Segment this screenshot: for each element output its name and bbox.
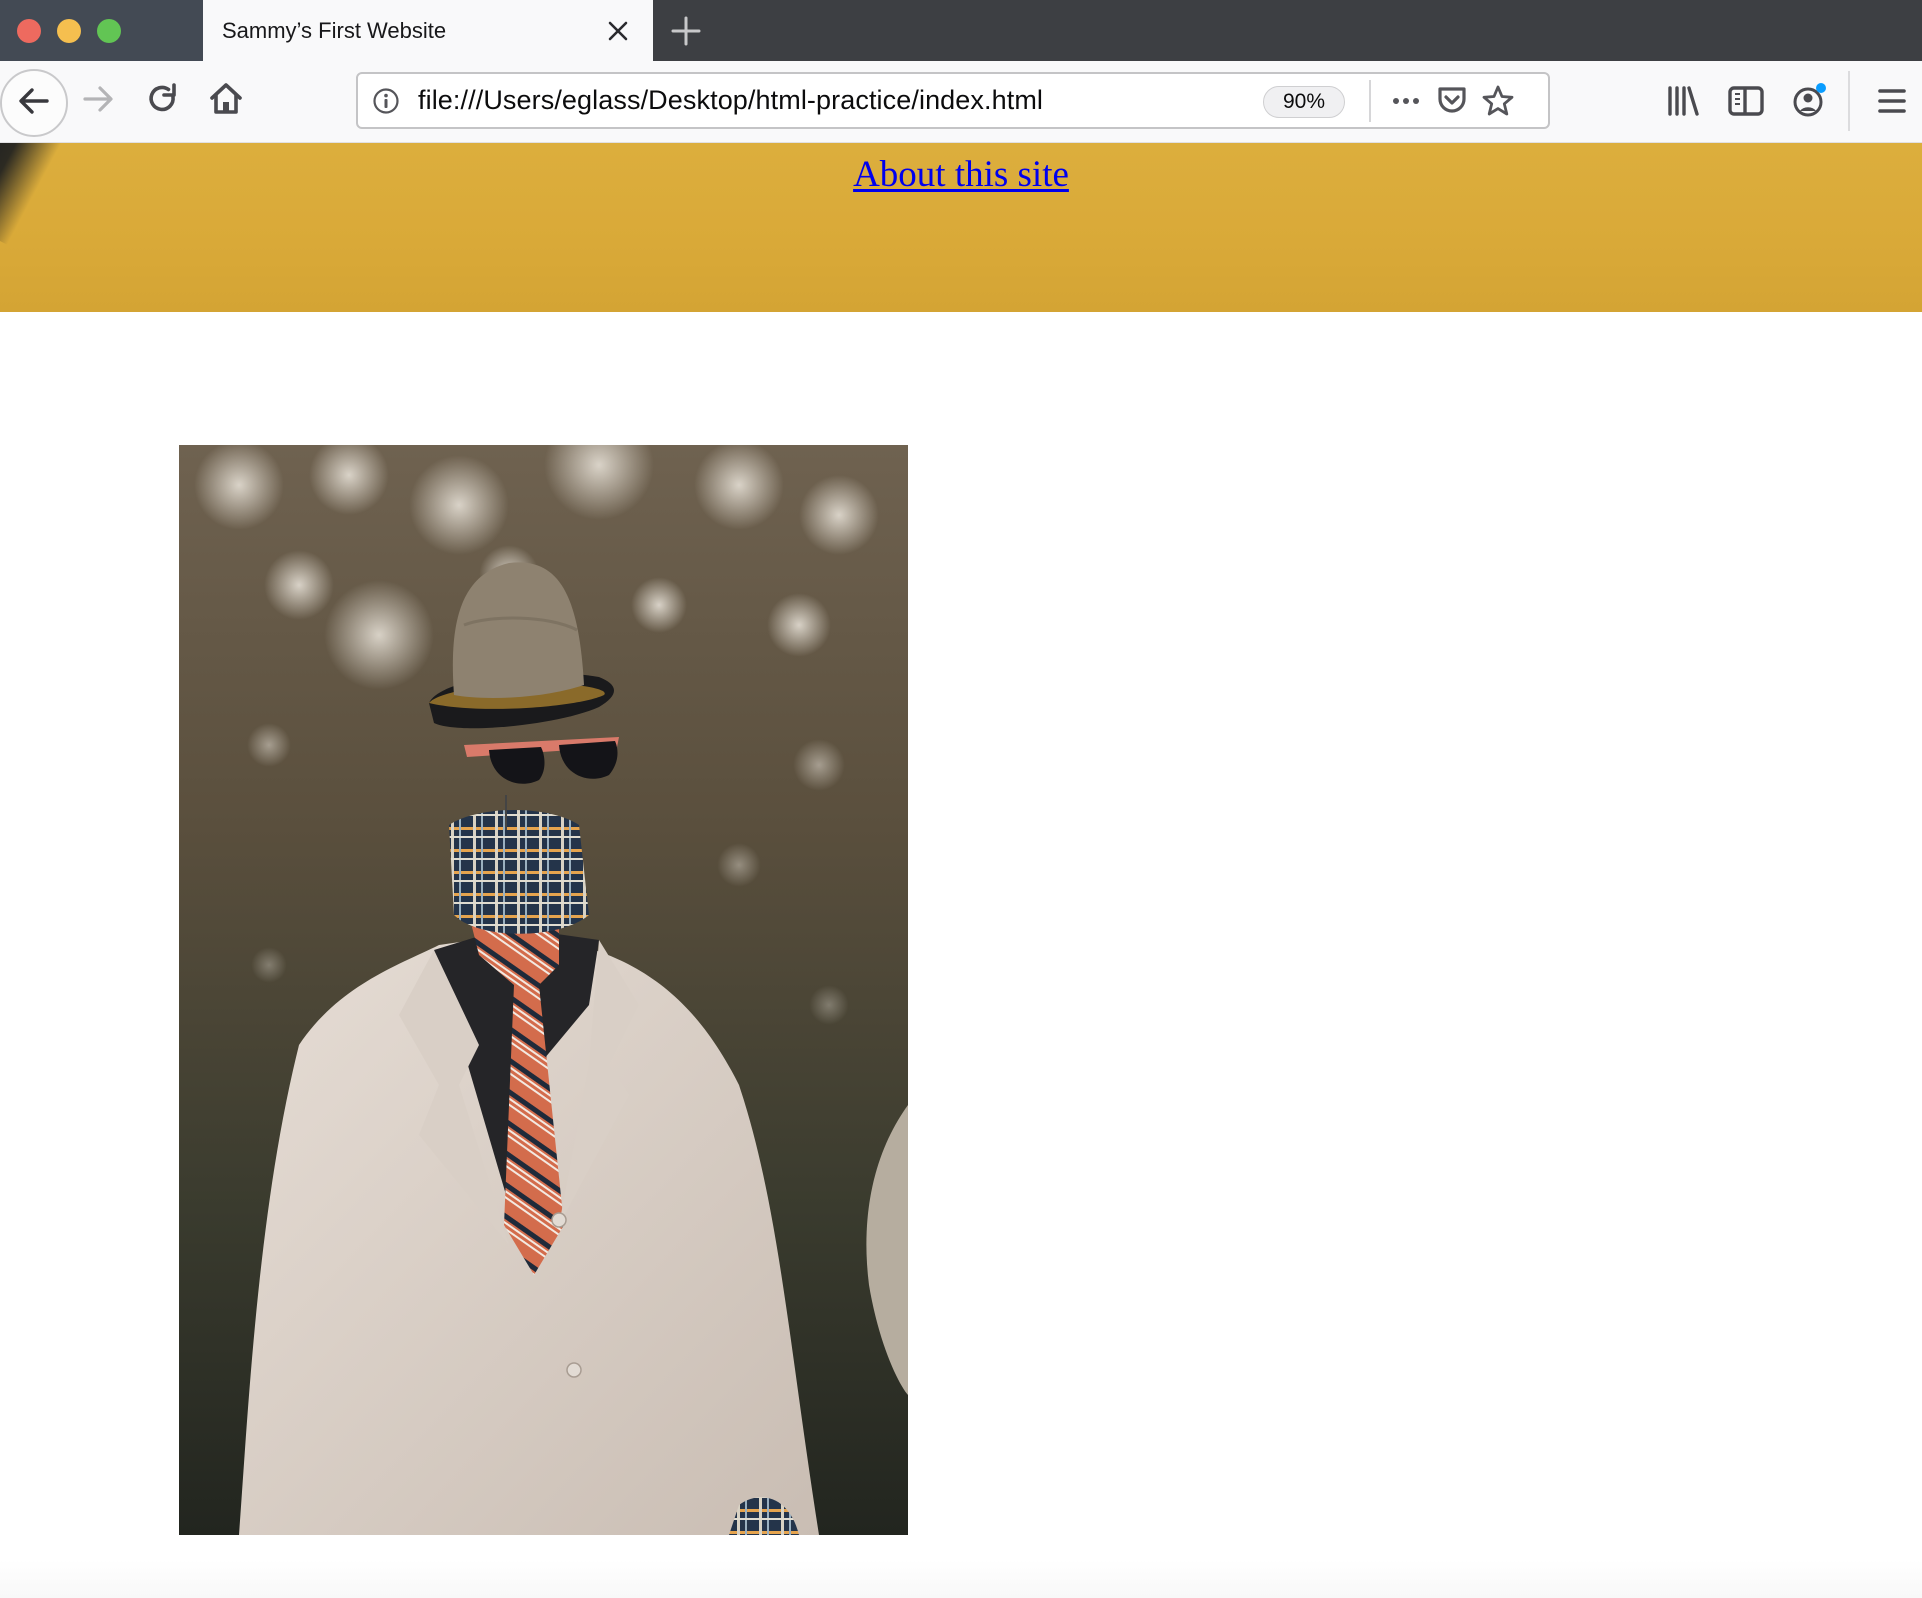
mannequin-photo: [179, 445, 908, 1535]
reload-button[interactable]: [135, 73, 191, 129]
info-icon[interactable]: [372, 87, 400, 115]
plus-icon[interactable]: [669, 14, 703, 48]
about-link[interactable]: About this site: [853, 154, 1069, 195]
window-close-button[interactable]: [17, 19, 41, 43]
library-icon[interactable]: [1661, 79, 1705, 123]
nav-toolbar: file:///Users/eglass/Desktop/html-practi…: [0, 61, 1922, 144]
hamburger-menu-icon[interactable]: [1870, 79, 1914, 123]
toolbar-divider: [1848, 71, 1850, 131]
window-zoom-button[interactable]: [97, 19, 121, 43]
reload-icon: [146, 82, 180, 121]
ellipsis-icon[interactable]: [1388, 83, 1424, 119]
home-icon: [209, 82, 243, 121]
window-controls: [0, 0, 203, 61]
back-button[interactable]: [0, 69, 68, 137]
arrow-left-icon: [17, 84, 51, 123]
url-separator: [1369, 80, 1371, 122]
zoom-level-button[interactable]: 90%: [1263, 86, 1345, 118]
forward-button[interactable]: [70, 73, 126, 129]
url-input[interactable]: file:///Users/eglass/Desktop/html-practi…: [418, 85, 1043, 116]
account-icon[interactable]: [1787, 79, 1831, 123]
tab-title: Sammy’s First Website: [222, 18, 447, 43]
arrow-right-icon: [81, 82, 115, 121]
sidebar-icon[interactable]: [1724, 79, 1768, 123]
close-icon[interactable]: [603, 16, 633, 46]
header-nav: About this site: [0, 153, 1922, 196]
page-bottom-fade: [0, 1560, 1922, 1598]
pocket-icon[interactable]: [1434, 83, 1470, 119]
account-badge: [1816, 83, 1826, 93]
window-minimize-button[interactable]: [57, 19, 81, 43]
star-icon[interactable]: [1480, 83, 1516, 119]
page-header-banner: About this site: [0, 143, 1922, 312]
home-button[interactable]: [198, 73, 254, 129]
address-bar[interactable]: file:///Users/eglass/Desktop/html-practi…: [356, 72, 1550, 129]
tab-bar: Sammy’s First Website: [0, 0, 1922, 61]
photo-illustration: [179, 445, 908, 1535]
tab-active[interactable]: Sammy’s First Website: [203, 0, 653, 61]
